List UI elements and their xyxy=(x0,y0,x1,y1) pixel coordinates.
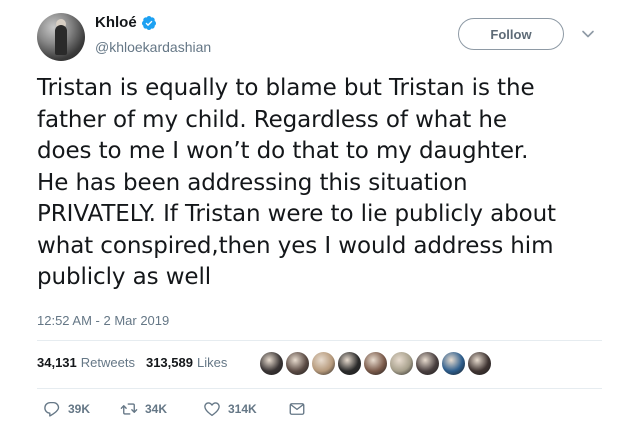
tweet-stats: 34,131 Retweets 313,589 Likes xyxy=(37,355,238,370)
liker-avatar[interactable] xyxy=(440,350,467,377)
reply-count: 39K xyxy=(68,402,91,416)
reply-icon xyxy=(44,401,60,417)
verified-badge-icon xyxy=(141,15,156,30)
direct-message-button[interactable] xyxy=(288,400,306,418)
liker-avatar[interactable] xyxy=(414,350,441,377)
author-name-row: Khloé xyxy=(95,14,157,31)
likes-label: Likes xyxy=(196,355,228,370)
avatar[interactable] xyxy=(37,13,85,61)
liker-avatar[interactable] xyxy=(336,350,363,377)
follow-button[interactable]: Follow xyxy=(458,18,564,50)
liker-avatar[interactable] xyxy=(258,350,285,377)
like-button[interactable]: 314K xyxy=(203,400,288,418)
retweets-stat[interactable]: 34,131 Retweets xyxy=(37,355,135,370)
retweets-label: Retweets xyxy=(80,355,135,370)
retweet-icon xyxy=(120,403,138,415)
retweet-count: 34K xyxy=(145,402,168,416)
retweet-button[interactable]: 34K xyxy=(120,400,203,418)
divider xyxy=(37,388,602,389)
heart-icon xyxy=(204,402,220,417)
liker-avatar[interactable] xyxy=(388,350,415,377)
retweets-count: 34,131 xyxy=(37,355,77,370)
tweet-text: Tristan is equally to blame but Tristan … xyxy=(37,75,556,290)
tweet-card: Khloé @khloekardashian Follow Tristan is… xyxy=(0,0,627,429)
liker-avatar[interactable] xyxy=(362,350,389,377)
envelope-icon xyxy=(289,403,305,415)
liker-avatar[interactable] xyxy=(310,350,337,377)
liker-avatar[interactable] xyxy=(466,350,493,377)
tweet-actions: 39K 34K 314K xyxy=(43,400,306,418)
chevron-down-icon[interactable] xyxy=(581,27,595,41)
divider xyxy=(37,340,602,341)
tweet-timestamp[interactable]: 12:52 AM - 2 Mar 2019 xyxy=(37,313,169,328)
like-count: 314K xyxy=(228,402,257,416)
likes-stat[interactable]: 313,589 Likes xyxy=(146,355,227,370)
author-name[interactable]: Khloé xyxy=(95,14,137,31)
likes-count: 313,589 xyxy=(145,355,193,370)
liker-avatars xyxy=(258,350,493,377)
reply-button[interactable]: 39K xyxy=(43,400,120,418)
liker-avatar[interactable] xyxy=(284,350,311,377)
avatar-figure-body xyxy=(55,25,67,55)
author-handle[interactable]: @khloekardashian xyxy=(95,39,211,55)
